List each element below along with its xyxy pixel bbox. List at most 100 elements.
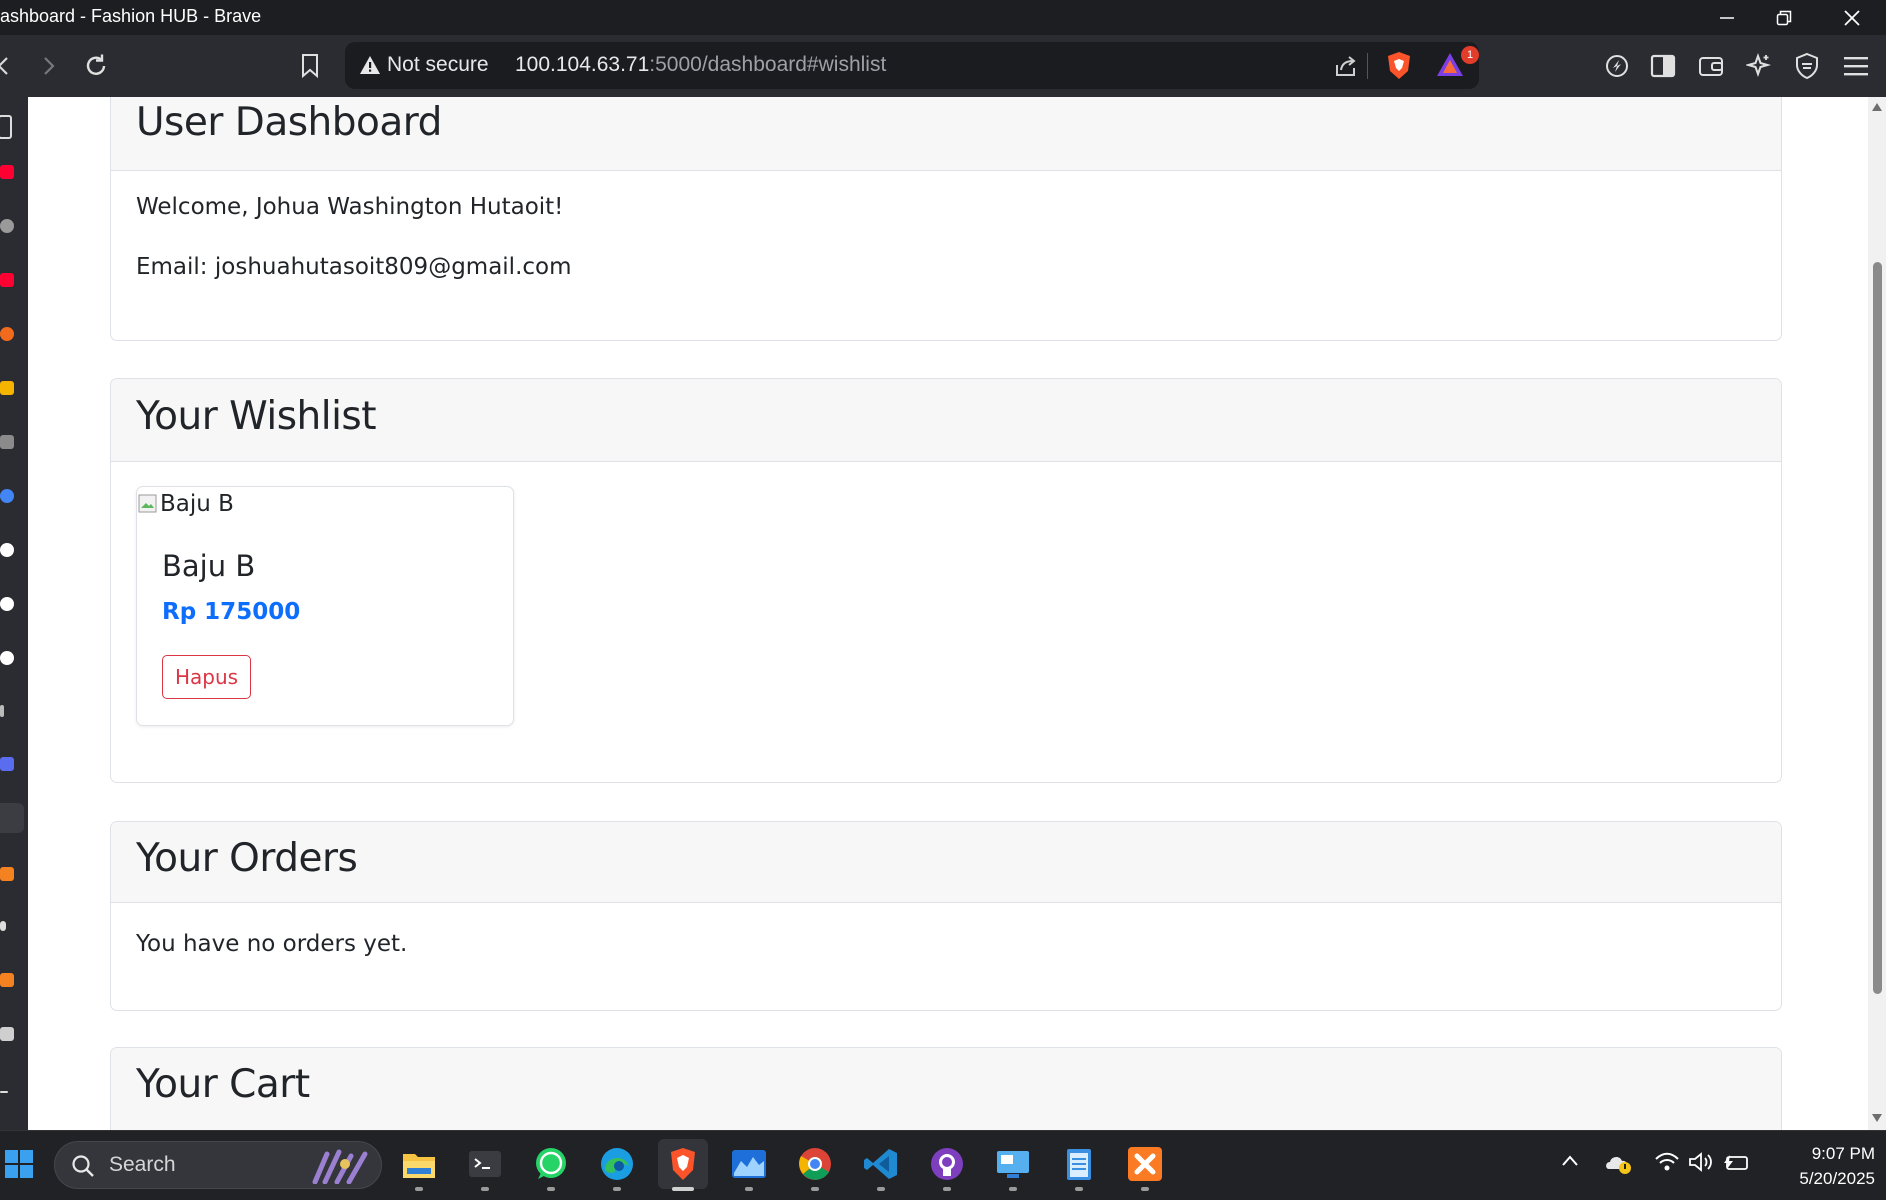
share-icon[interactable] <box>1333 53 1359 79</box>
taskbar-brave[interactable] <box>658 1139 708 1191</box>
taskbar-terminal[interactable] <box>460 1139 510 1191</box>
remove-from-wishlist-button[interactable]: Hapus <box>162 655 252 699</box>
wishlist-card-header: Your Wishlist <box>111 379 1781 462</box>
taskbar-xampp[interactable] <box>1120 1139 1170 1191</box>
close-icon <box>1844 9 1860 26</box>
cart-title: Your Cart <box>136 1062 310 1107</box>
taskbar-whatsapp[interactable] <box>526 1139 576 1191</box>
site-icon[interactable] <box>0 327 14 341</box>
dashboard-card: User Dashboard Welcome, Johua Washington… <box>110 97 1782 341</box>
favorites-button[interactable] <box>1741 48 1777 84</box>
taskbar-remote-desktop[interactable] <box>988 1139 1038 1191</box>
remote-desktop-icon <box>997 1151 1029 1178</box>
brave-rewards-button[interactable]: 1 <box>1435 46 1479 82</box>
github-icon[interactable] <box>0 651 14 665</box>
vscode-icon <box>864 1149 897 1179</box>
scroll-up-arrow-icon[interactable] <box>1871 102 1883 112</box>
add-panel-icon[interactable] <box>0 1091 8 1093</box>
taskbar-file-explorer[interactable] <box>394 1139 444 1191</box>
back-button[interactable] <box>0 48 22 84</box>
github-icon[interactable] <box>0 543 14 557</box>
openai-icon[interactable] <box>0 597 14 611</box>
site-icon[interactable] <box>0 435 14 449</box>
sidepanel-active-item[interactable] <box>0 803 24 833</box>
taskbar-github-desktop[interactable] <box>922 1139 972 1191</box>
sidebar-toggle-button[interactable] <box>1645 48 1681 84</box>
security-status[interactable]: Not secure <box>387 53 489 77</box>
minimize-icon <box>1720 16 1734 19</box>
leo-ai-button[interactable] <box>1599 48 1635 84</box>
clock-time: 9:07 PM <box>1811 1144 1875 1163</box>
wallet-icon <box>1699 57 1723 76</box>
windows-logo-icon <box>5 1150 33 1178</box>
leo-icon <box>1606 55 1628 77</box>
taskbar-chrome[interactable] <box>790 1139 840 1191</box>
start-button[interactable] <box>0 1139 44 1189</box>
browser-toolbar: Not secure 100.104.63.71:5000/dashboard#… <box>0 35 1886 98</box>
notification-badge: 1 <box>1461 46 1479 64</box>
broken-image-icon <box>138 494 157 513</box>
brave-shields-icon[interactable] <box>1385 51 1413 81</box>
taskbar-edge[interactable] <box>592 1139 642 1191</box>
window-title: ashboard - Fashion HUB - Brave <box>0 6 262 26</box>
bookmark-button[interactable] <box>292 48 328 84</box>
wallet-button[interactable] <box>1693 48 1729 84</box>
menu-button[interactable] <box>1838 48 1874 84</box>
site-icon[interactable] <box>0 973 14 987</box>
notepad-icon <box>1067 1149 1091 1180</box>
warning-icon <box>360 56 380 74</box>
address-bar-divider <box>1367 53 1368 79</box>
page-viewport: User Dashboard Welcome, Johua Washington… <box>28 97 1868 1130</box>
sidepanel-tab-icon[interactable] <box>0 115 12 139</box>
taskbar-search[interactable]: Search <box>54 1141 382 1189</box>
url-text[interactable]: 100.104.63.71:5000/dashboard#wishlist <box>515 53 886 77</box>
orders-card: Your Orders You have no orders yet. <box>110 821 1782 1011</box>
youtube-icon[interactable] <box>0 165 14 179</box>
side-panel <box>0 97 28 1130</box>
scroll-down-arrow-icon[interactable] <box>1871 1113 1883 1123</box>
battery-charging-icon[interactable] <box>1722 1151 1750 1173</box>
site-icon[interactable] <box>0 1027 14 1041</box>
taskbar-vscode[interactable] <box>856 1139 906 1191</box>
folder-icon <box>403 1154 435 1178</box>
youtube-icon[interactable] <box>0 273 14 287</box>
chevron-up-icon[interactable] <box>1560 1151 1580 1171</box>
close-window-button[interactable] <box>1818 0 1886 35</box>
wishlist-item: Baju B Baju B Rp 175000 Hapus <box>136 486 514 726</box>
wifi-icon[interactable] <box>1654 1151 1680 1173</box>
running-indicator <box>547 1187 555 1191</box>
scrollbar-thumb[interactable] <box>1873 262 1882 994</box>
taskbar-app-monitor[interactable] <box>724 1139 774 1191</box>
sidebar-icon <box>1650 54 1676 78</box>
running-indicator <box>943 1187 951 1191</box>
running-indicator <box>811 1187 819 1191</box>
product-image-alt: Baju B <box>160 491 234 517</box>
site-icon[interactable] <box>0 757 14 771</box>
site-icon[interactable] <box>0 921 6 931</box>
address-bar[interactable]: Not secure 100.104.63.71:5000/dashboard#… <box>345 42 1479 89</box>
wishlist-card: Your Wishlist Baju B Baju B Rp 175000 Ha… <box>110 378 1782 783</box>
vpn-button[interactable] <box>1789 48 1825 84</box>
cart-card-header: Your Cart <box>111 1048 1781 1130</box>
running-indicator <box>745 1187 753 1191</box>
chrome-icon[interactable] <box>0 489 14 503</box>
taskbar-notepad[interactable] <box>1054 1139 1104 1191</box>
reload-button[interactable] <box>78 48 114 84</box>
volume-icon[interactable] <box>1688 1151 1714 1173</box>
site-icon[interactable] <box>0 381 14 395</box>
site-icon[interactable] <box>0 219 14 233</box>
site-icon[interactable] <box>0 867 14 881</box>
lavender-highlight-icon <box>312 1149 368 1184</box>
page-scrollbar[interactable] <box>1868 97 1886 1130</box>
forward-button[interactable] <box>30 48 66 84</box>
orders-title: Your Orders <box>136 836 358 881</box>
system-clock[interactable]: 9:07 PM 5/20/2025 <box>1765 1141 1875 1191</box>
xampp-icon <box>1128 1147 1162 1181</box>
restore-icon <box>1776 10 1792 25</box>
running-indicator <box>481 1187 489 1191</box>
onedrive-warning-icon[interactable] <box>1605 1151 1633 1175</box>
restore-button[interactable] <box>1750 0 1818 35</box>
whatsapp-icon <box>536 1148 566 1179</box>
site-icon[interactable] <box>0 705 4 717</box>
search-icon <box>72 1155 94 1177</box>
